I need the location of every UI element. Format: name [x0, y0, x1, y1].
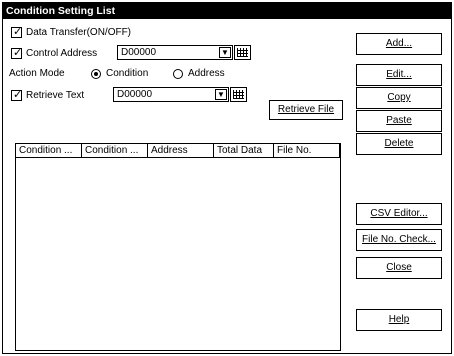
copy-label: Copy: [387, 92, 411, 103]
action-mode-label: Action Mode: [9, 68, 65, 79]
close-button[interactable]: Close: [356, 257, 442, 279]
control-address-combo[interactable]: D00000 ▼: [117, 45, 233, 60]
list-header: Condition ... Condition ... Address Tota…: [16, 144, 340, 158]
window-title: Condition Setting List: [3, 3, 451, 19]
add-label: Add...: [385, 38, 413, 49]
action-mode-address-radio[interactable]: [173, 69, 183, 79]
control-address-checkbox[interactable]: ✓: [11, 47, 23, 59]
keypad-icon: [233, 90, 244, 99]
retrieve-text-keypad-button[interactable]: [230, 87, 247, 102]
retrieve-file-button[interactable]: Retrieve File: [269, 100, 343, 120]
chevron-down-icon[interactable]: ▼: [219, 47, 231, 58]
keypad-icon: [237, 48, 248, 57]
edit-button[interactable]: Edit...: [356, 64, 442, 86]
control-address-keypad-button[interactable]: [234, 45, 251, 60]
check-icon: ✓: [13, 47, 23, 59]
retrieve-file-label: Retrieve File: [277, 104, 335, 115]
action-mode-condition-radio[interactable]: [91, 69, 101, 79]
retrieve-text-checkbox[interactable]: ✓: [11, 89, 23, 101]
data-transfer-checkbox[interactable]: ✓: [11, 26, 23, 38]
retrieve-text-value: D00000: [117, 89, 153, 100]
data-transfer-label: Data Transfer(ON/OFF): [26, 27, 132, 38]
control-address-value: D00000: [121, 47, 157, 58]
csv-editor-label: CSV Editor...: [370, 208, 428, 219]
action-mode-condition-label: Condition: [106, 68, 149, 79]
retrieve-text-combo[interactable]: D00000 ▼: [113, 87, 229, 102]
paste-label: Paste: [386, 115, 412, 126]
copy-button[interactable]: Copy: [356, 87, 442, 109]
retrieve-text-label: Retrieve Text: [26, 90, 85, 101]
csv-editor-button[interactable]: CSV Editor...: [356, 203, 442, 225]
check-icon: ✓: [13, 26, 23, 38]
column-header[interactable]: Condition ...: [82, 144, 148, 158]
close-label: Close: [386, 262, 412, 273]
condition-setting-list-window: Condition Setting List ✓ Data Transfer(O…: [2, 2, 452, 354]
delete-label: Delete: [384, 138, 414, 149]
help-button[interactable]: Help: [356, 309, 442, 331]
paste-button[interactable]: Paste: [356, 110, 442, 132]
file-no-check-label: File No. Check...: [362, 234, 436, 245]
chevron-down-icon[interactable]: ▼: [215, 89, 227, 100]
column-header[interactable]: Address: [148, 144, 214, 158]
action-mode-address-label: Address: [188, 68, 225, 79]
delete-button[interactable]: Delete: [356, 133, 442, 155]
control-address-label: Control Address: [26, 48, 98, 59]
file-no-check-button[interactable]: File No. Check...: [356, 229, 442, 251]
column-header[interactable]: File No.: [274, 144, 340, 158]
condition-list[interactable]: Condition ... Condition ... Address Tota…: [15, 143, 341, 351]
check-icon: ✓: [13, 89, 23, 101]
column-header[interactable]: Total Data: [214, 144, 274, 158]
add-button[interactable]: Add...: [356, 33, 442, 55]
column-header[interactable]: Condition ...: [16, 144, 82, 158]
edit-label: Edit...: [386, 69, 412, 80]
help-label: Help: [388, 314, 410, 325]
